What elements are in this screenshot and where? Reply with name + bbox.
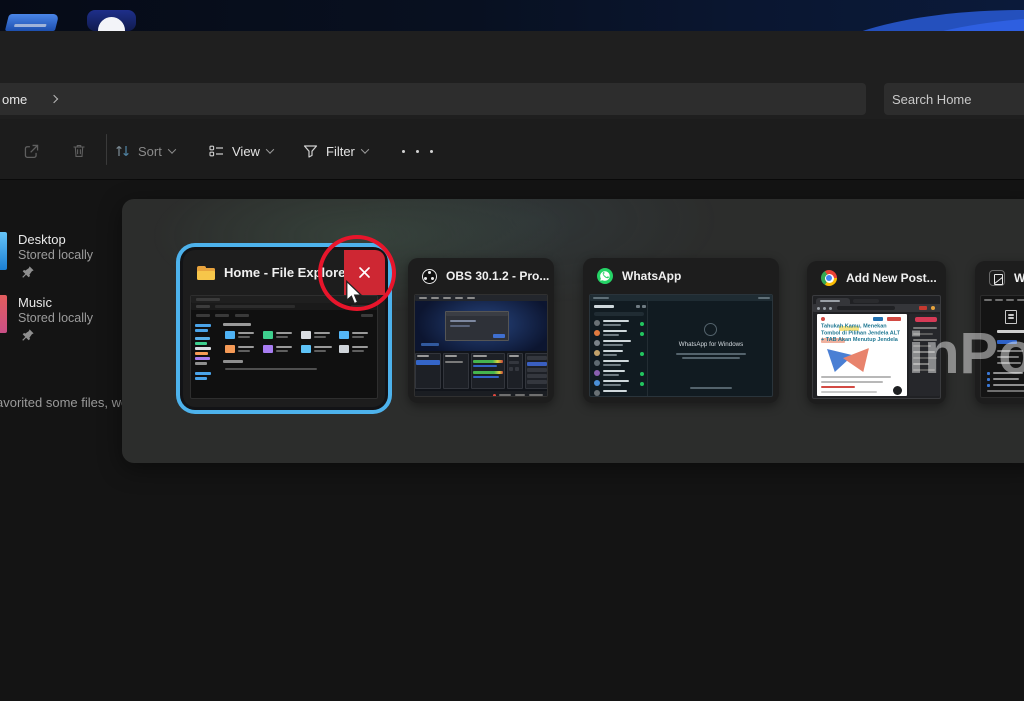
sidebar-item-sublabel: Stored locally [18, 311, 93, 325]
mouse-cursor [345, 280, 363, 306]
whatsapp-placeholder-title: WhatsApp for Windows [674, 341, 747, 348]
address-bar[interactable]: ome [0, 83, 866, 115]
explorer-titlebar [0, 31, 1024, 80]
filter-button[interactable]: Filter [302, 137, 368, 165]
thumbnail-preview-file-explorer [190, 295, 378, 399]
desktop-folder-icon [0, 232, 7, 270]
sort-label: Sort [138, 144, 162, 159]
notepad-icon [989, 270, 1005, 286]
sort-chevron-icon [168, 145, 176, 153]
empty-state-hint: avorited some files, we [0, 395, 128, 410]
breadcrumb[interactable]: ome [2, 92, 27, 107]
thumbnail-title: WhatsApp [622, 269, 681, 283]
thumbnail-preview-obs [414, 294, 548, 397]
thumbnail-title: OBS 30.1.2 - Pro... [446, 269, 549, 283]
view-label: View [232, 144, 260, 159]
filter-label: Filter [326, 144, 355, 159]
sidebar-item-sublabel: Stored locally [18, 248, 93, 262]
search-box[interactable]: Search Home [884, 83, 1024, 115]
more-icon [402, 150, 405, 153]
trash-icon [71, 143, 87, 159]
explorer-address-row: ome Search Home [0, 80, 1024, 119]
share-button[interactable] [14, 137, 48, 165]
thumbnail-title-row: W [975, 261, 1024, 295]
task-thumbnail-whatsapp[interactable]: WhatsApp [583, 258, 779, 403]
view-icon [208, 143, 225, 159]
whatsapp-icon [597, 268, 613, 284]
share-icon [23, 143, 40, 160]
desktop-icon-partial-1 [5, 14, 59, 31]
thumbnail-preview-whatsapp: WhatsApp for Windows [589, 294, 773, 397]
thumbnail-title-row: OBS 30.1.2 - Pro... [408, 258, 554, 294]
sort-button[interactable]: Sort [114, 137, 175, 165]
view-chevron-icon [266, 145, 274, 153]
task-thumbnail-obs[interactable]: OBS 30.1.2 - Pro... [408, 258, 554, 403]
sort-icon [114, 143, 131, 159]
sidebar-item-label: Music [18, 295, 52, 310]
chrome-icon [821, 270, 837, 286]
pin-icon [21, 328, 35, 342]
filter-icon [302, 143, 319, 159]
view-button[interactable]: View [208, 137, 273, 165]
watermark: inPoin [908, 320, 1024, 387]
search-placeholder: Search Home [892, 92, 971, 107]
thumbnail-title-row: WhatsApp [583, 258, 779, 294]
desktop-icon-partial-2 [87, 10, 136, 31]
breadcrumb-chevron-icon [50, 95, 58, 103]
folder-icon [197, 266, 215, 280]
desktop-wallpaper [0, 0, 1024, 31]
screen: ome Search Home Sort [0, 0, 1024, 701]
see-more-button[interactable] [398, 137, 436, 165]
obs-icon [422, 269, 437, 284]
music-folder-icon [0, 295, 7, 333]
thumbnail-title: W [1014, 271, 1024, 285]
thumbnail-title: Add New Post... [846, 271, 937, 285]
delete-button[interactable] [62, 137, 96, 165]
sidebar-item-label: Desktop [18, 232, 66, 247]
thumbnail-title-row: Add New Post... [807, 261, 946, 295]
pin-icon [21, 265, 35, 279]
explorer-toolbar: Sort View Filter [0, 119, 1024, 180]
page-heading: Tahukah Kamu, Menekan Tombol di Pilihan … [821, 323, 904, 344]
filter-chevron-icon [361, 145, 369, 153]
